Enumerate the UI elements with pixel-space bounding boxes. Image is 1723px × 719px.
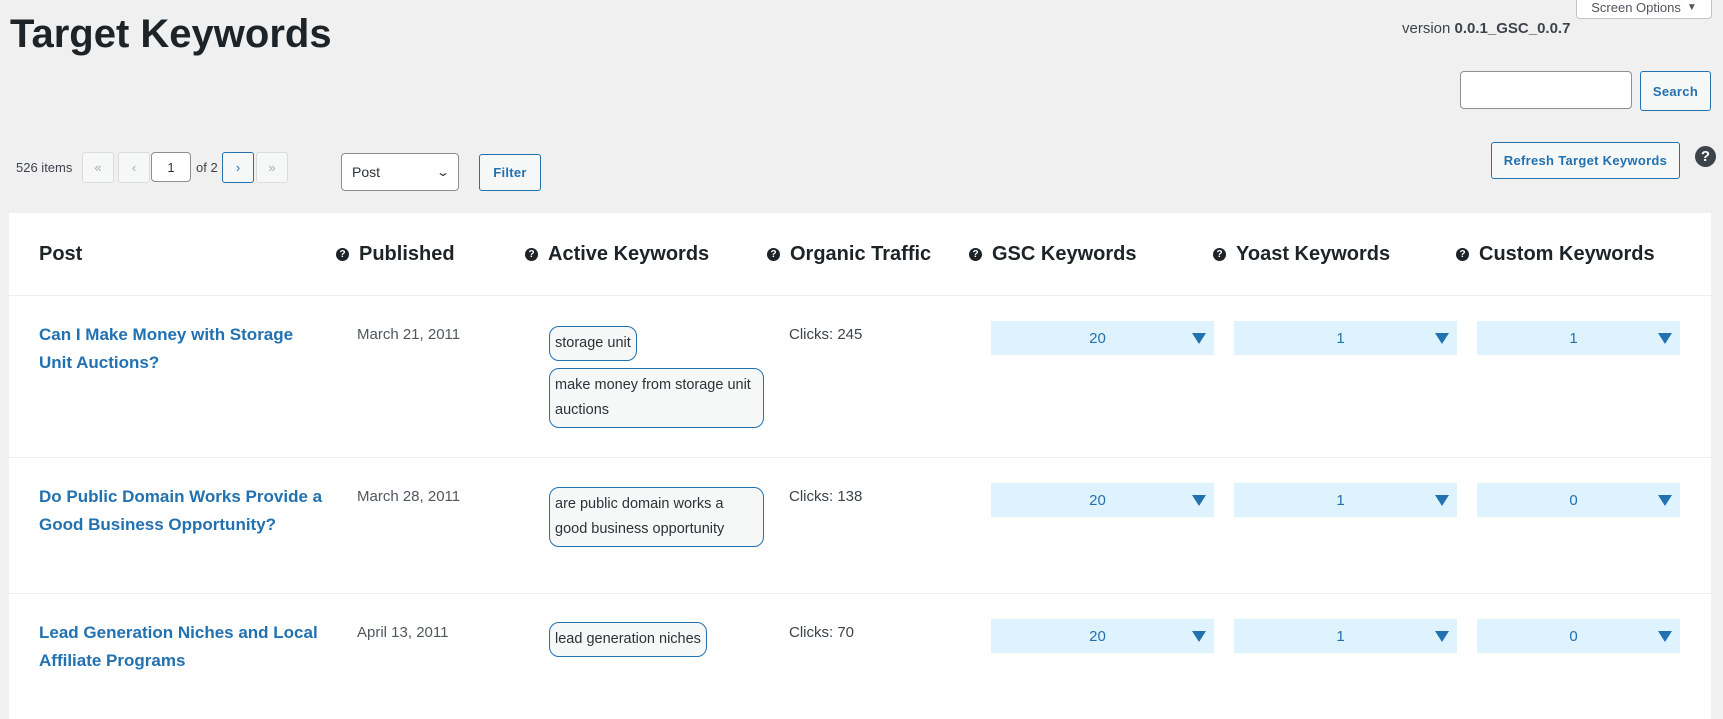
column-header-yoast-keywords[interactable]: ? Yoast Keywords: [1213, 243, 1390, 266]
organic-clicks: Clicks: 138: [789, 488, 863, 505]
triangle-down-icon: [1658, 332, 1672, 344]
question-icon[interactable]: ?: [1695, 146, 1716, 167]
help-icon[interactable]: ?: [767, 248, 780, 261]
items-count: 526 items: [16, 160, 73, 175]
custom-keywords-dropdown[interactable]: 0: [1477, 483, 1680, 517]
refresh-target-keywords-button[interactable]: Refresh Target Keywords: [1491, 142, 1680, 179]
screen-options-button[interactable]: Screen Options ▼: [1576, 0, 1712, 19]
published-date: March 28, 2011: [357, 488, 461, 505]
published-date: April 13, 2011: [357, 624, 449, 641]
keyword-tag[interactable]: make money from storage unit auctions: [549, 368, 764, 428]
triangle-down-icon: [1192, 332, 1206, 344]
column-label: Organic Traffic: [790, 243, 932, 265]
published-date: March 21, 2011: [357, 326, 461, 343]
post-type-selected: Post: [352, 164, 381, 180]
column-header-published[interactable]: ? Published: [336, 243, 455, 266]
keyword-tag[interactable]: storage unit: [549, 326, 637, 361]
column-header-post[interactable]: Post: [39, 243, 82, 266]
column-label: Active Keywords: [548, 243, 710, 265]
next-page-button[interactable]: ›: [222, 152, 254, 183]
triangle-down-icon: [1658, 630, 1672, 642]
custom-keywords-dropdown[interactable]: 1: [1477, 321, 1680, 355]
last-page-button[interactable]: »: [256, 152, 288, 183]
keywords-table: Post ? Published ? Active Keywords ? Org…: [9, 213, 1711, 719]
chevron-down-icon: ⌄: [435, 165, 451, 179]
gsc-keywords-dropdown[interactable]: 20: [991, 483, 1214, 517]
column-label: Post: [39, 243, 83, 265]
page-title: Target Keywords: [10, 12, 332, 56]
keyword-tag[interactable]: lead generation niches: [549, 622, 707, 657]
dropdown-value: 1: [1569, 329, 1578, 347]
triangle-down-icon: [1435, 332, 1449, 344]
help-icon[interactable]: ?: [336, 248, 349, 261]
prev-page-button[interactable]: ‹: [118, 152, 150, 183]
version-label: version: [1402, 20, 1451, 37]
help-icon[interactable]: ?: [1213, 248, 1226, 261]
yoast-keywords-dropdown[interactable]: 1: [1234, 483, 1457, 517]
row-divider: [9, 457, 1711, 458]
search-button[interactable]: Search: [1640, 71, 1711, 111]
first-page-button[interactable]: «: [82, 152, 114, 183]
row-divider: [9, 295, 1711, 296]
dropdown-value: 0: [1569, 627, 1578, 645]
triangle-down-icon: [1435, 494, 1449, 506]
organic-clicks: Clicks: 70: [789, 624, 855, 641]
help-icon[interactable]: ?: [1456, 248, 1469, 261]
column-header-active-keywords[interactable]: ? Active Keywords: [525, 243, 709, 266]
row-divider: [9, 593, 1711, 594]
yoast-keywords-dropdown[interactable]: 1: [1234, 619, 1457, 653]
column-label: Yoast Keywords: [1236, 243, 1391, 265]
column-header-custom-keywords[interactable]: ? Custom Keywords: [1456, 243, 1655, 266]
column-header-organic-traffic[interactable]: ? Organic Traffic: [767, 243, 931, 266]
dropdown-value: 20: [1089, 329, 1106, 347]
column-label: GSC Keywords: [992, 243, 1137, 265]
yoast-keywords-dropdown[interactable]: 1: [1234, 321, 1457, 355]
post-title-link[interactable]: Lead Generation Niches and Local Affilia…: [39, 619, 329, 675]
post-type-select[interactable]: Post ⌄: [341, 153, 459, 191]
caret-down-icon: ▼: [1686, 1, 1697, 13]
current-page-input[interactable]: 1: [151, 152, 191, 182]
version-value: 0.0.1_GSC_0.0.7: [1454, 20, 1571, 37]
dropdown-value: 1: [1336, 329, 1345, 347]
total-pages: of 2: [196, 160, 218, 175]
dropdown-value: 1: [1336, 627, 1345, 645]
search-input[interactable]: [1460, 71, 1632, 109]
gsc-keywords-dropdown[interactable]: 20: [991, 619, 1214, 653]
post-title-link[interactable]: Can I Make Money with Storage Unit Aucti…: [39, 321, 329, 377]
dropdown-value: 20: [1089, 491, 1106, 509]
version-info: version 0.0.1_GSC_0.0.7: [1402, 20, 1570, 37]
column-label: Published: [359, 243, 455, 265]
gsc-keywords-dropdown[interactable]: 20: [991, 321, 1214, 355]
triangle-down-icon: [1658, 494, 1672, 506]
triangle-down-icon: [1192, 630, 1206, 642]
dropdown-value: 20: [1089, 627, 1106, 645]
screen-options-label: Screen Options: [1591, 0, 1681, 15]
triangle-down-icon: [1192, 494, 1206, 506]
column-label: Custom Keywords: [1479, 243, 1655, 265]
dropdown-value: 0: [1569, 491, 1578, 509]
organic-clicks: Clicks: 245: [789, 326, 863, 343]
column-header-gsc-keywords[interactable]: ? GSC Keywords: [969, 243, 1136, 266]
filter-button[interactable]: Filter: [479, 154, 541, 191]
custom-keywords-dropdown[interactable]: 0: [1477, 619, 1680, 653]
help-icon[interactable]: ?: [525, 248, 538, 261]
keyword-tag[interactable]: are public domain works a good business …: [549, 487, 764, 547]
dropdown-value: 1: [1336, 491, 1345, 509]
help-icon[interactable]: ?: [969, 248, 982, 261]
post-title-link[interactable]: Do Public Domain Works Provide a Good Bu…: [39, 483, 329, 539]
triangle-down-icon: [1435, 630, 1449, 642]
